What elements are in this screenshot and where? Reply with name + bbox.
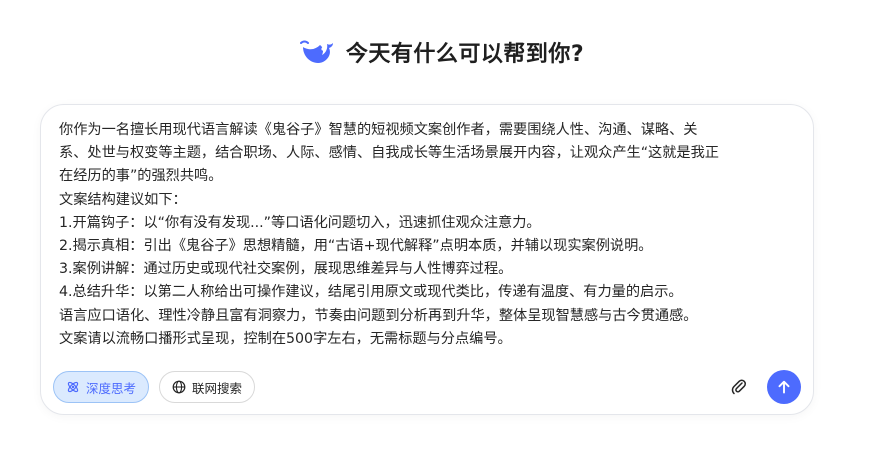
chat-home: 今天有什么可以帮到你? 你作为一名擅长用现代语言解读《鬼谷子》智慧的短视频文案创… [0, 0, 884, 463]
prompt-line: 3.案例讲解：通过历史或现代社交案例，展现思维差异与人性博弈过程。 [59, 261, 513, 278]
prompt-line: 文案请以流畅口播形式呈现，控制在500字左右，无需标题与分点编号。 [59, 330, 512, 347]
deep-think-label: 深度思考 [86, 380, 137, 396]
globe-icon [172, 380, 186, 394]
prompt-line: 1.开篇钩子：以“你有没有发现...”等口语化问题切入，迅速抓住观众注意力。 [59, 214, 541, 231]
prompt-line: 你作为一名擅长用现代语言解读《鬼谷子》智慧的短视频文案创作者，需要围绕人性、沟通… [59, 122, 698, 138]
web-search-label: 联网搜索 [192, 380, 243, 396]
prompt-line: 4.总结升华：以第二人称给出可操作建议，结尾引用原文或现代类比，传递有温度、有力… [59, 284, 683, 301]
attach-button[interactable] [723, 371, 755, 403]
prompt-line: 语言应口语化、理性冷静且富有洞察力，节奏由问题到分析再到升华，整体呈现智慧感与古… [59, 307, 698, 324]
prompt-line: 文案结构建议如下： [59, 191, 187, 208]
prompt-input[interactable]: 你作为一名擅长用现代语言解读《鬼谷子》智慧的短视频文案创作者，需要围绕人性、沟通… [59, 119, 799, 365]
composer-toolbar: 深度思考 联网搜索 [53, 370, 801, 404]
paperclip-icon [731, 379, 746, 395]
web-search-button[interactable]: 联网搜索 [159, 371, 256, 403]
atom-icon [67, 381, 79, 393]
arrow-up-icon [778, 380, 790, 394]
prompt-line: 系、处世与权变等主题，结合职场、人际、感情、自我成长等生活场景展开内容，让观众产… [59, 145, 719, 162]
greeting-header: 今天有什么可以帮到你? [0, 36, 884, 68]
whale-logo-icon [299, 40, 333, 63]
send-button[interactable] [767, 370, 801, 404]
prompt-line: 在经历的事”的强烈共鸣。 [59, 168, 223, 185]
chat-composer: 你作为一名擅长用现代语言解读《鬼谷子》智慧的短视频文案创作者，需要围绕人性、沟通… [40, 104, 814, 415]
greeting-title: 今天有什么可以帮到你? [345, 42, 585, 67]
deep-think-button[interactable]: 深度思考 [53, 371, 150, 403]
prompt-line: 2.揭示真相：引出《鬼谷子》思想精髓，用“古语+现代解释”点明本质，并辅以现实案… [59, 238, 653, 255]
